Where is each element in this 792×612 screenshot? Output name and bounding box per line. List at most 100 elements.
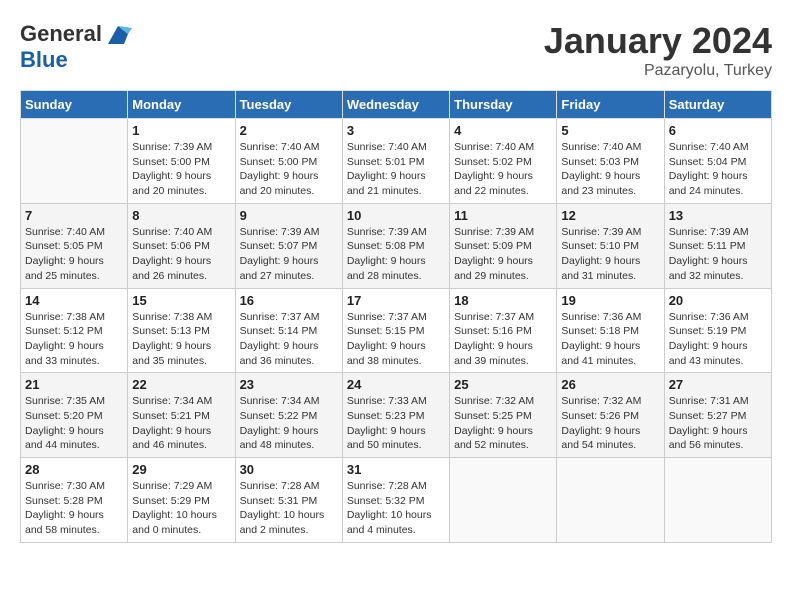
calendar-cell — [557, 458, 664, 543]
day-number: 24 — [347, 377, 445, 392]
day-info: Sunrise: 7:39 AM Sunset: 5:08 PM Dayligh… — [347, 225, 445, 284]
day-info: Sunrise: 7:30 AM Sunset: 5:28 PM Dayligh… — [25, 479, 123, 538]
calendar-cell: 30Sunrise: 7:28 AM Sunset: 5:31 PM Dayli… — [235, 458, 342, 543]
day-number: 16 — [240, 293, 338, 308]
calendar-cell: 13 Sunrise: 7:39 AM Sunset: 5:11 PM Dayli… — [664, 203, 771, 288]
calendar-cell: 4 Sunrise: 7:40 AM Sunset: 5:02 PM Daylig… — [450, 119, 557, 204]
calendar-cell: 19Sunrise: 7:36 AM Sunset: 5:18 PM Dayli… — [557, 288, 664, 373]
calendar-cell: 10 Sunrise: 7:39 AM Sunset: 5:08 PM Dayli… — [342, 203, 449, 288]
week-row-3: 14Sunrise: 7:38 AM Sunset: 5:12 PM Dayli… — [21, 288, 772, 373]
day-header-sunday: Sunday — [21, 91, 128, 119]
day-info: Sunrise: 7:35 AM Sunset: 5:20 PM Dayligh… — [25, 394, 123, 453]
day-info: Sunrise: 7:40 AM Sunset: 5:01 PM Dayligh… — [347, 140, 445, 199]
day-number: 4 — [454, 123, 552, 138]
logo: General Blue — [20, 20, 132, 72]
calendar-cell: 9 Sunrise: 7:39 AM Sunset: 5:07 PM Daylig… — [235, 203, 342, 288]
day-number: 17 — [347, 293, 445, 308]
calendar-cell: 22 Sunrise: 7:34 AM Sunset: 5:21 PM Dayli… — [128, 373, 235, 458]
calendar-cell: 17 Sunrise: 7:37 AM Sunset: 5:15 PM Dayli… — [342, 288, 449, 373]
calendar-cell: 12 Sunrise: 7:39 AM Sunset: 5:10 PM Dayli… — [557, 203, 664, 288]
calendar-cell: 29 Sunrise: 7:29 AM Sunset: 5:29 PM Dayli… — [128, 458, 235, 543]
day-info: Sunrise: 7:34 AM Sunset: 5:22 PM Dayligh… — [240, 394, 338, 453]
day-info: Sunrise: 7:37 AM Sunset: 5:16 PM Dayligh… — [454, 310, 552, 369]
title-block: January 2024 Pazaryolu, Turkey — [544, 20, 772, 80]
day-header-wednesday: Wednesday — [342, 91, 449, 119]
calendar-cell — [664, 458, 771, 543]
day-number: 25 — [454, 377, 552, 392]
calendar-cell: 7 Sunrise: 7:40 AM Sunset: 5:05 PM Daylig… — [21, 203, 128, 288]
day-info: Sunrise: 7:34 AM Sunset: 5:21 PM Dayligh… — [132, 394, 230, 453]
day-number: 27 — [669, 377, 767, 392]
day-info: Sunrise: 7:29 AM Sunset: 5:29 PM Dayligh… — [132, 479, 230, 538]
day-info: Sunrise: 7:39 AM Sunset: 5:10 PM Dayligh… — [561, 225, 659, 284]
day-number: 9 — [240, 208, 338, 223]
day-info: Sunrise: 7:38 AM Sunset: 5:13 PM Dayligh… — [132, 310, 230, 369]
logo-blue: Blue — [20, 47, 68, 72]
day-info: Sunrise: 7:37 AM Sunset: 5:14 PM Dayligh… — [240, 310, 338, 369]
day-info: Sunrise: 7:31 AM Sunset: 5:27 PM Dayligh… — [669, 394, 767, 453]
week-row-1: 1Sunrise: 7:39 AM Sunset: 5:00 PM Daylig… — [21, 119, 772, 204]
calendar-cell: 11 Sunrise: 7:39 AM Sunset: 5:09 PM Dayli… — [450, 203, 557, 288]
week-row-2: 7 Sunrise: 7:40 AM Sunset: 5:05 PM Daylig… — [21, 203, 772, 288]
calendar-cell: 14Sunrise: 7:38 AM Sunset: 5:12 PM Dayli… — [21, 288, 128, 373]
calendar-cell: 31 Sunrise: 7:28 AM Sunset: 5:32 PM Dayli… — [342, 458, 449, 543]
day-number: 8 — [132, 208, 230, 223]
day-number: 19 — [561, 293, 659, 308]
day-number: 31 — [347, 462, 445, 477]
day-number: 13 — [669, 208, 767, 223]
day-info: Sunrise: 7:40 AM Sunset: 5:02 PM Dayligh… — [454, 140, 552, 199]
calendar-cell — [450, 458, 557, 543]
day-number: 7 — [25, 208, 123, 223]
day-info: Sunrise: 7:39 AM Sunset: 5:09 PM Dayligh… — [454, 225, 552, 284]
day-info: Sunrise: 7:38 AM Sunset: 5:12 PM Dayligh… — [25, 310, 123, 369]
day-info: Sunrise: 7:40 AM Sunset: 5:05 PM Dayligh… — [25, 225, 123, 284]
day-number: 29 — [132, 462, 230, 477]
day-header-saturday: Saturday — [664, 91, 771, 119]
day-number: 11 — [454, 208, 552, 223]
day-header-tuesday: Tuesday — [235, 91, 342, 119]
day-info: Sunrise: 7:39 AM Sunset: 5:11 PM Dayligh… — [669, 225, 767, 284]
calendar-cell: 6Sunrise: 7:40 AM Sunset: 5:04 PM Daylig… — [664, 119, 771, 204]
day-header-thursday: Thursday — [450, 91, 557, 119]
day-number: 15 — [132, 293, 230, 308]
calendar-cell: 23 Sunrise: 7:34 AM Sunset: 5:22 PM Dayli… — [235, 373, 342, 458]
day-number: 3 — [347, 123, 445, 138]
calendar-cell: 1Sunrise: 7:39 AM Sunset: 5:00 PM Daylig… — [128, 119, 235, 204]
calendar-cell: 28Sunrise: 7:30 AM Sunset: 5:28 PM Dayli… — [21, 458, 128, 543]
calendar-cell: 20 Sunrise: 7:36 AM Sunset: 5:19 PM Dayli… — [664, 288, 771, 373]
day-number: 23 — [240, 377, 338, 392]
day-header-monday: Monday — [128, 91, 235, 119]
calendar-cell: 21Sunrise: 7:35 AM Sunset: 5:20 PM Dayli… — [21, 373, 128, 458]
day-info: Sunrise: 7:28 AM Sunset: 5:32 PM Dayligh… — [347, 479, 445, 538]
week-row-5: 28Sunrise: 7:30 AM Sunset: 5:28 PM Dayli… — [21, 458, 772, 543]
calendar-table: SundayMondayTuesdayWednesdayThursdayFrid… — [20, 90, 772, 543]
day-number: 22 — [132, 377, 230, 392]
day-info: Sunrise: 7:39 AM Sunset: 5:07 PM Dayligh… — [240, 225, 338, 284]
day-info: Sunrise: 7:36 AM Sunset: 5:19 PM Dayligh… — [669, 310, 767, 369]
logo-general: General — [20, 21, 102, 46]
day-info: Sunrise: 7:37 AM Sunset: 5:15 PM Dayligh… — [347, 310, 445, 369]
day-number: 2 — [240, 123, 338, 138]
day-info: Sunrise: 7:40 AM Sunset: 5:00 PM Dayligh… — [240, 140, 338, 199]
day-number: 26 — [561, 377, 659, 392]
calendar-cell: 3 Sunrise: 7:40 AM Sunset: 5:01 PM Daylig… — [342, 119, 449, 204]
day-number: 10 — [347, 208, 445, 223]
day-number: 5 — [561, 123, 659, 138]
day-number: 12 — [561, 208, 659, 223]
day-info: Sunrise: 7:40 AM Sunset: 5:03 PM Dayligh… — [561, 140, 659, 199]
day-number: 20 — [669, 293, 767, 308]
day-number: 1 — [132, 123, 230, 138]
day-info: Sunrise: 7:40 AM Sunset: 5:06 PM Dayligh… — [132, 225, 230, 284]
calendar-cell: 8 Sunrise: 7:40 AM Sunset: 5:06 PM Daylig… — [128, 203, 235, 288]
day-header-friday: Friday — [557, 91, 664, 119]
calendar-cell: 27 Sunrise: 7:31 AM Sunset: 5:27 PM Dayli… — [664, 373, 771, 458]
week-row-4: 21Sunrise: 7:35 AM Sunset: 5:20 PM Dayli… — [21, 373, 772, 458]
page-header: General Blue January 2024 Pazaryolu, Tur… — [20, 20, 772, 80]
day-info: Sunrise: 7:32 AM Sunset: 5:26 PM Dayligh… — [561, 394, 659, 453]
calendar-body: 1Sunrise: 7:39 AM Sunset: 5:00 PM Daylig… — [21, 119, 772, 543]
day-number: 30 — [240, 462, 338, 477]
location-title: Pazaryolu, Turkey — [544, 62, 772, 80]
day-info: Sunrise: 7:33 AM Sunset: 5:23 PM Dayligh… — [347, 394, 445, 453]
calendar-header-row: SundayMondayTuesdayWednesdayThursdayFrid… — [21, 91, 772, 119]
calendar-cell: 5 Sunrise: 7:40 AM Sunset: 5:03 PM Daylig… — [557, 119, 664, 204]
